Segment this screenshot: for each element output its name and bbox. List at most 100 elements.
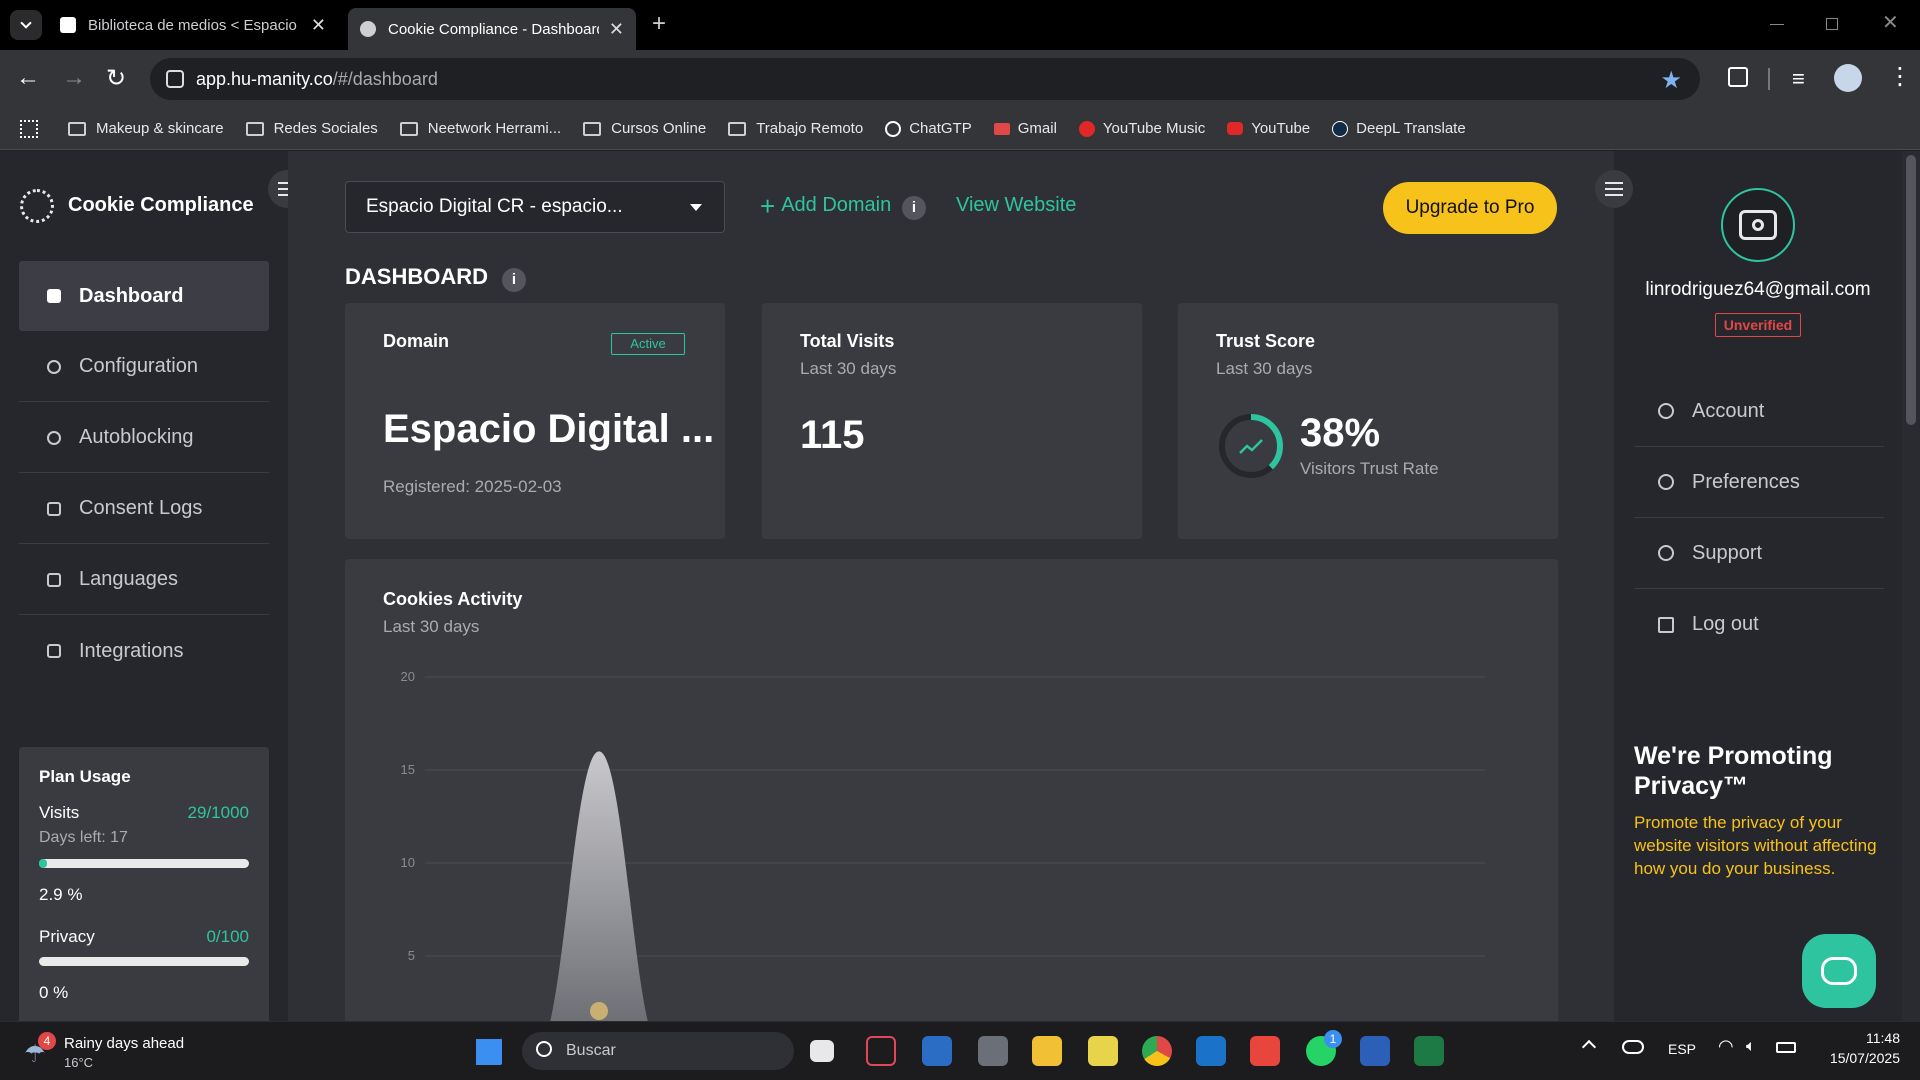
microsoft-store-icon[interactable] (922, 1036, 952, 1066)
integrations-icon (47, 644, 61, 658)
excel-icon[interactable] (1414, 1036, 1444, 1066)
search-icon (536, 1041, 552, 1057)
close-tab-icon[interactable]: ✕ (311, 15, 326, 36)
total-visits-value: 115 (800, 413, 865, 457)
cookies-activity-card: Cookies Activity Last 30 days 20 15 10 5 (345, 559, 1558, 1029)
bookmark-youtube[interactable]: YouTube (1227, 120, 1310, 137)
plus-icon: + (760, 190, 776, 221)
bookmark-chatgpt[interactable]: ChatGTP (885, 120, 972, 137)
minimize-window-icon[interactable] (1770, 24, 1784, 25)
plan-usage-card: Plan Usage Visits 29/1000 Days left: 17 … (19, 747, 269, 1021)
panel-scrollbar[interactable] (1902, 151, 1920, 1021)
dashboard-info-icon[interactable]: i (502, 268, 526, 292)
browser-menu-icon[interactable]: ⋮ (1888, 62, 1912, 91)
bookmarks-bar: Makeup & skincare Redes Sociales Neetwor… (0, 108, 1920, 150)
bookmark-trabajo[interactable]: Trabajo Remoto (728, 120, 863, 137)
clock-time[interactable]: 11:48 (1810, 1030, 1900, 1046)
chart-point[interactable] (590, 1002, 608, 1020)
word-icon[interactable] (1360, 1036, 1390, 1066)
calculator-icon[interactable] (978, 1036, 1008, 1066)
show-hidden-icons-icon[interactable] (1581, 1039, 1597, 1055)
bookmark-makeup[interactable]: Makeup & skincare (68, 120, 224, 137)
total-visits-period: Last 30 days (800, 359, 897, 378)
tab-cookie-compliance[interactable]: Cookie Compliance - Dashboard ✕ (348, 8, 636, 50)
windows-taskbar: ☂ 4 Rainy days ahead 16°C Buscar 1 ESP ◠… (0, 1021, 1920, 1080)
sidebar-item-autoblocking[interactable]: Autoblocking (19, 403, 269, 473)
visits-value: 29/1000 (187, 803, 249, 822)
windows-start-icon[interactable] (474, 1037, 502, 1065)
scrollbar-thumb[interactable] (1906, 155, 1916, 425)
total-visits-label: Total Visits (800, 331, 895, 351)
bookmark-neetwork[interactable]: Neetwork Herrami... (399, 120, 561, 137)
chrome-icon[interactable] (1142, 1036, 1172, 1066)
account-link[interactable]: Account (1634, 376, 1884, 447)
chart-y-tick-label: 20 (401, 669, 415, 684)
add-domain-button[interactable]: + Add Domain (760, 190, 891, 221)
bookmark-star-icon[interactable]: ★ (1660, 66, 1682, 95)
account-email: linrodriguez64@gmail.com (1645, 279, 1871, 300)
plan-usage-title: Plan Usage (39, 767, 131, 786)
taskbar-search[interactable]: Buscar (522, 1032, 794, 1070)
close-tab-icon[interactable]: ✕ (609, 19, 624, 40)
youtube-icon (1227, 122, 1244, 135)
profile-avatar[interactable] (1834, 64, 1862, 92)
privacy-percent: 0 % (39, 983, 69, 1002)
sidebar-item-languages[interactable]: Languages (19, 545, 269, 615)
divider (1768, 68, 1770, 90)
trust-score-card: Trust Score Last 30 days 38% Visitors Tr… (1178, 303, 1558, 539)
bookmark-gmail[interactable]: Gmail (993, 120, 1057, 137)
reload-icon[interactable]: ↻ (106, 64, 126, 93)
youtube-music-icon (1078, 120, 1095, 137)
weather-widget[interactable]: ☂ 4 Rainy days ahead 16°C (24, 1032, 224, 1072)
sticky-notes-icon[interactable] (1088, 1036, 1118, 1066)
battery-icon[interactable] (1776, 1042, 1796, 1053)
weather-title: Rainy days ahead (64, 1035, 185, 1052)
chat-support-button[interactable] (1802, 934, 1876, 1008)
tab-search-button[interactable] (10, 10, 42, 40)
apps-grid-icon[interactable] (20, 119, 38, 138)
back-arrow-icon[interactable]: ← (16, 64, 40, 92)
bookmark-cursos[interactable]: Cursos Online (583, 120, 706, 137)
restore-window-icon[interactable] (1826, 18, 1838, 30)
logout-link[interactable]: Log out (1634, 589, 1884, 660)
task-view-icon[interactable] (810, 1040, 834, 1062)
input-language[interactable]: ESP (1668, 1041, 1696, 1057)
tab-biblioteca[interactable]: Biblioteca de medios < Espacio ✕ (48, 8, 338, 42)
snipping-tool-icon[interactable] (866, 1036, 896, 1066)
upgrade-button[interactable]: Upgrade to Pro (1383, 182, 1557, 234)
media-control-icon[interactable]: ≡ (1792, 66, 1805, 92)
outlook-icon[interactable] (1196, 1036, 1226, 1066)
volume-icon[interactable]: 🔈︎ (1746, 1038, 1756, 1056)
new-tab-button[interactable]: + (652, 10, 666, 38)
account-menu-button[interactable] (1595, 170, 1633, 208)
folder-icon (399, 121, 418, 136)
site-info-icon[interactable] (166, 70, 184, 88)
trust-score-ring (1219, 414, 1283, 478)
close-window-icon[interactable]: ✕ (1882, 10, 1899, 35)
support-link[interactable]: Support (1634, 518, 1884, 589)
sidebar-item-dashboard[interactable]: Dashboard (19, 261, 269, 331)
sidebar-item-configuration[interactable]: Configuration (19, 332, 269, 402)
bookmark-redes[interactable]: Redes Sociales (245, 120, 378, 137)
sidebar-item-integrations[interactable]: Integrations (19, 616, 269, 686)
file-explorer-icon[interactable] (1032, 1036, 1062, 1066)
clock-date[interactable]: 15/07/2025 (1800, 1050, 1900, 1066)
domain-select[interactable]: Espacio Digital CR - espacio... (345, 181, 725, 233)
anydesk-icon[interactable] (1250, 1036, 1280, 1066)
sidebar-item-consent-logs[interactable]: Consent Logs (19, 474, 269, 544)
bookmark-deepl[interactable]: DeepL Translate (1332, 120, 1466, 137)
address-bar[interactable]: app.hu-manity.co/#/dashboard ★ (150, 58, 1700, 100)
wifi-icon[interactable]: ◠ (1718, 1036, 1734, 1057)
browser-toolbar: ← → ↻ app.hu-manity.co/#/dashboard ★ ≡ ⋮ (0, 50, 1920, 108)
forward-arrow-icon[interactable]: → (62, 64, 86, 92)
add-domain-info-icon[interactable]: i (902, 196, 926, 220)
view-website-link[interactable]: View Website (956, 194, 1076, 217)
upload-avatar-button[interactable] (1721, 188, 1795, 262)
onedrive-offline-icon[interactable] (1622, 1040, 1644, 1054)
dashboard-icon (47, 289, 61, 303)
extensions-icon[interactable] (1728, 67, 1748, 87)
preferences-link[interactable]: Preferences (1634, 447, 1884, 518)
bookmark-youtube-music[interactable]: YouTube Music (1078, 120, 1205, 137)
deepl-icon (1332, 120, 1349, 137)
chart-y-tick-label: 5 (408, 948, 415, 963)
